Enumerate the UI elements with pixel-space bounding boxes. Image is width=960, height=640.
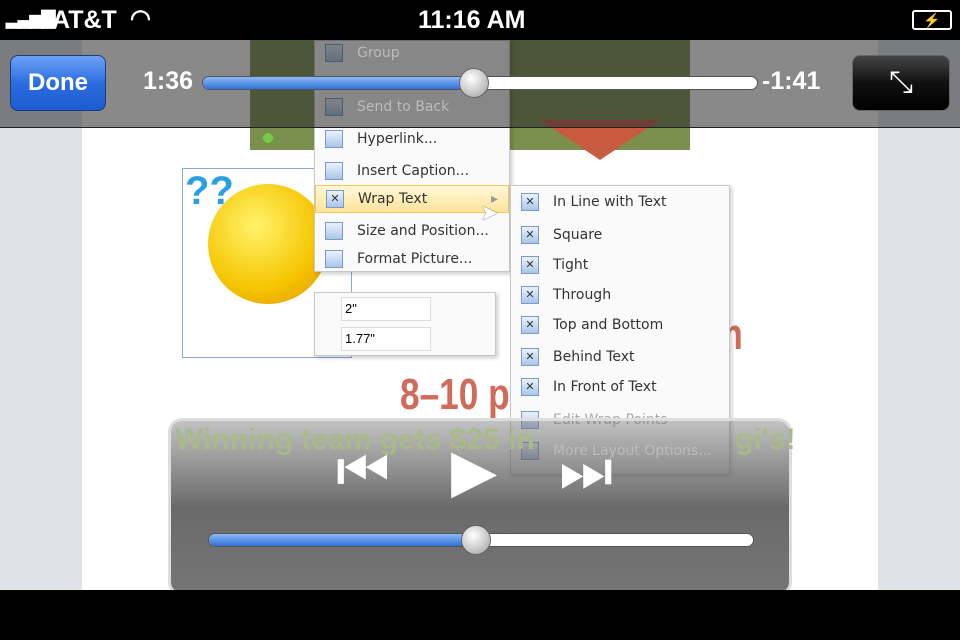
behind-text-icon: ✕ bbox=[521, 348, 539, 366]
elapsed-time: 1:36 bbox=[143, 67, 194, 95]
submenu-item-more-layout[interactable]: More Layout Options... bbox=[553, 443, 712, 459]
wifi-icon: ◠ bbox=[130, 5, 151, 32]
inline-icon: ✕ bbox=[521, 193, 539, 211]
submenu-item-inline[interactable]: In Line with Text bbox=[553, 194, 667, 210]
exit-fullscreen-icon: ⤡ bbox=[889, 66, 913, 99]
menu-item-group[interactable]: Group bbox=[357, 45, 400, 61]
doc-line3-end: gi's! bbox=[735, 423, 796, 456]
top-bottom-icon: ✕ bbox=[521, 316, 539, 334]
in-front-icon: ✕ bbox=[521, 378, 539, 396]
submenu-item-through[interactable]: Through bbox=[553, 287, 611, 303]
through-icon: ✕ bbox=[521, 286, 539, 304]
player-top-bar: Done 1:36 -1:41 ⤡ bbox=[0, 40, 960, 128]
width-input[interactable]: 1.77" bbox=[341, 327, 431, 351]
submenu-item-behind-text[interactable]: Behind Text bbox=[553, 349, 635, 365]
size-position-icon bbox=[325, 222, 343, 240]
submenu-item-top-bottom[interactable]: Top and Bottom bbox=[553, 317, 663, 333]
tight-icon: ✕ bbox=[521, 256, 539, 274]
menu-item-hyperlink[interactable]: Hyperlink... bbox=[357, 131, 437, 147]
volume-fill bbox=[209, 534, 476, 546]
carrier: AT&T bbox=[52, 6, 117, 34]
letterbox-bottom bbox=[0, 590, 960, 640]
size-toolbar: 2" 1.77" bbox=[314, 292, 496, 356]
scrubber-thumb[interactable] bbox=[459, 68, 490, 98]
mouse-cursor-icon: ➤ bbox=[480, 200, 499, 225]
battery-charging-icon: ⚡ bbox=[912, 10, 952, 30]
caption-icon bbox=[325, 162, 343, 180]
clock: 11:16 AM bbox=[418, 6, 526, 34]
menu-item-size-position[interactable]: Size and Position... bbox=[357, 223, 489, 239]
signal-bars-icon: ▂▃▅▇ bbox=[6, 8, 55, 28]
height-input[interactable]: 2" bbox=[341, 297, 431, 321]
submenu-item-tight[interactable]: Tight bbox=[553, 257, 588, 273]
volume-thumb[interactable] bbox=[460, 525, 491, 555]
doc-line3: Winning team gets $25 in bbox=[175, 423, 535, 456]
menu-item-insert-caption[interactable]: Insert Caption... bbox=[357, 163, 469, 179]
remaining-time: -1:41 bbox=[762, 67, 821, 95]
done-button[interactable]: Done bbox=[10, 55, 106, 111]
menu-item-send-to-back[interactable]: Send to Back bbox=[357, 99, 449, 115]
doc-line2: 8–10 p bbox=[400, 370, 510, 419]
scrubber-fill bbox=[203, 77, 475, 89]
status-bar: ▂▃▅▇ AT&T ◠ 11:16 AM ⚡ bbox=[0, 0, 960, 40]
question-marks: ?? bbox=[185, 169, 234, 213]
submenu-item-in-front[interactable]: In Front of Text bbox=[553, 379, 657, 395]
exit-fullscreen-button[interactable]: ⤡ bbox=[852, 55, 950, 111]
rotate-handle[interactable] bbox=[263, 133, 273, 143]
submenu-item-square[interactable]: Square bbox=[553, 227, 602, 243]
hyperlink-icon bbox=[325, 130, 343, 148]
square-icon: ✕ bbox=[521, 226, 539, 244]
wrap-text-icon: ✕ bbox=[326, 190, 344, 208]
format-picture-icon bbox=[325, 250, 343, 268]
menu-item-wrap-text[interactable]: Wrap Text bbox=[358, 191, 427, 207]
menu-item-format-picture[interactable]: Format Picture... bbox=[357, 251, 472, 267]
